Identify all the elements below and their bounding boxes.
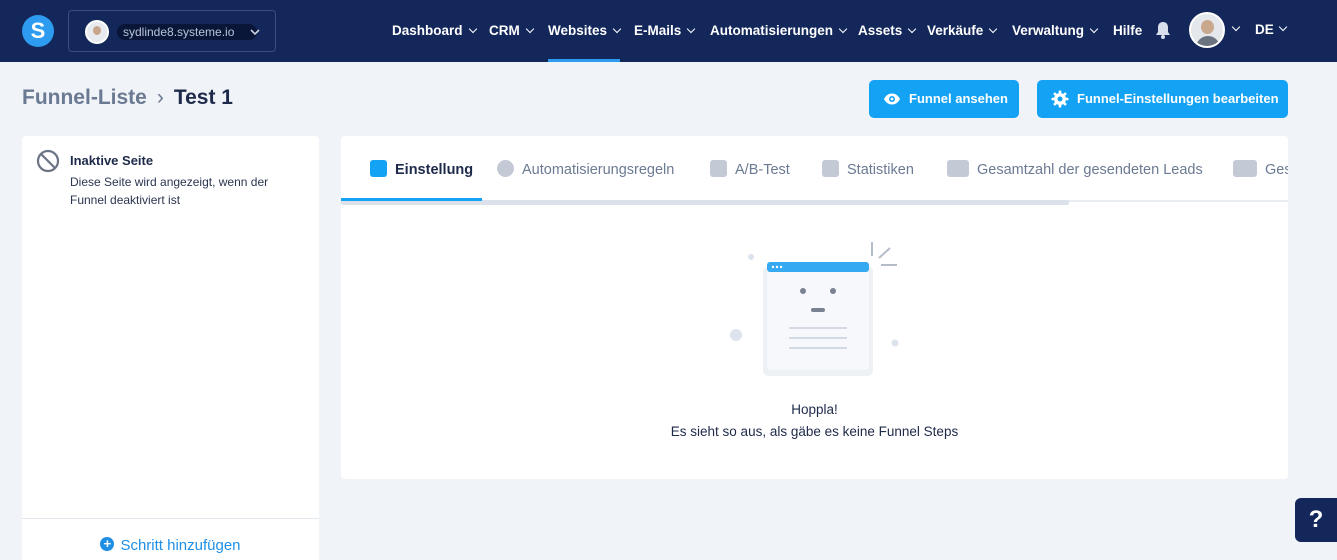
help-button[interactable]: ?	[1295, 498, 1337, 542]
funnel-content-panel: Einstellung Automatisierungsregeln A/B-T…	[341, 136, 1288, 479]
account-avatar	[85, 20, 109, 44]
active-tab-indicator	[341, 198, 482, 201]
eye-icon	[884, 93, 900, 105]
chevron-down-icon	[1089, 24, 1099, 34]
chevron-right-icon: ›	[156, 86, 164, 109]
dollar-icon	[1233, 160, 1257, 177]
inactive-page-title[interactable]: Inaktive Seite	[70, 153, 153, 168]
tab-automatisierungsregeln[interactable]: Automatisierungsregeln	[497, 160, 674, 178]
tab-ab-test[interactable]: A/B-Test	[710, 160, 790, 178]
bolt-icon	[497, 160, 514, 177]
nav-item-automatisierungen[interactable]: Automatisierungen	[710, 0, 848, 62]
chevron-down-icon	[989, 24, 998, 34]
nav-item-hilfe[interactable]: Hilfe	[1113, 0, 1142, 62]
inactive-page-icon[interactable]	[36, 149, 60, 173]
tab-ges[interactable]: Ges	[1233, 160, 1288, 178]
view-funnel-button[interactable]: Funnel ansehen	[869, 80, 1019, 118]
chevron-down-icon[interactable]	[1231, 22, 1241, 32]
breadcrumb-funnel-list[interactable]: Funnel-Liste	[22, 86, 147, 109]
nav-item-verkaeufe[interactable]: Verkäufe	[927, 0, 998, 62]
chevron-down-icon	[908, 24, 917, 34]
tab-statistiken[interactable]: Statistiken	[822, 160, 914, 178]
tab-bar: Einstellung Automatisierungsregeln A/B-T…	[341, 136, 1288, 205]
bell-icon[interactable]	[1155, 21, 1171, 39]
add-step-button[interactable]: + Schritt hinzufügen	[22, 518, 319, 560]
empty-state-title: Hoppla!	[791, 402, 838, 417]
breadcrumb: Funnel-Liste › Test 1	[22, 86, 233, 110]
inactive-page-description: Diese Seite wird angezeigt, wenn der Fun…	[70, 175, 269, 207]
chevron-down-icon	[250, 29, 260, 36]
funnel-steps-panel: Inaktive Seite Diese Seite wird angezeig…	[22, 136, 319, 560]
account-name: sydlinde8.systeme.io	[117, 24, 257, 40]
split-icon	[710, 160, 727, 177]
users-icon	[947, 160, 969, 177]
nav-item-websites[interactable]: Websites	[548, 0, 622, 62]
empty-state-subtitle: Es sieht so aus, als gäbe es keine Funne…	[670, 424, 959, 439]
gear-icon	[1051, 90, 1069, 108]
nav-item-assets[interactable]: Assets	[858, 0, 917, 62]
top-navbar: S sydlinde8.systeme.io Dashboard CRM Web…	[0, 0, 1337, 62]
language-selector[interactable]: DE	[1255, 22, 1274, 37]
empty-state-illustration	[730, 242, 899, 376]
nav-item-emails[interactable]: E-Mails	[634, 0, 696, 62]
plus-circle-icon: +	[100, 537, 115, 551]
tab-einstellung[interactable]: Einstellung	[370, 160, 473, 178]
page-title: Test 1	[173, 86, 233, 109]
nav-item-dashboard[interactable]: Dashboard	[392, 0, 477, 62]
edit-funnel-settings-button[interactable]: Funnel-Einstellungen bearbeiten	[1037, 80, 1288, 118]
sliders-icon	[370, 160, 387, 177]
bar-chart-icon	[822, 160, 839, 177]
nav-item-verwaltung[interactable]: Verwaltung	[1012, 0, 1099, 62]
user-avatar[interactable]	[1189, 12, 1225, 48]
chevron-down-icon	[838, 24, 848, 34]
account-switcher[interactable]: sydlinde8.systeme.io	[68, 10, 276, 52]
tab-gesamtzahl-leads[interactable]: Gesamtzahl der gesendeten Leads	[947, 160, 1203, 178]
chevron-down-icon	[525, 24, 534, 34]
systeme-logo-icon[interactable]: S	[22, 15, 54, 47]
chevron-down-icon	[468, 24, 477, 34]
chevron-down-icon[interactable]	[1278, 22, 1288, 32]
chevron-down-icon	[612, 24, 622, 34]
chevron-down-icon	[687, 24, 696, 34]
nav-item-crm[interactable]: CRM	[489, 0, 534, 62]
